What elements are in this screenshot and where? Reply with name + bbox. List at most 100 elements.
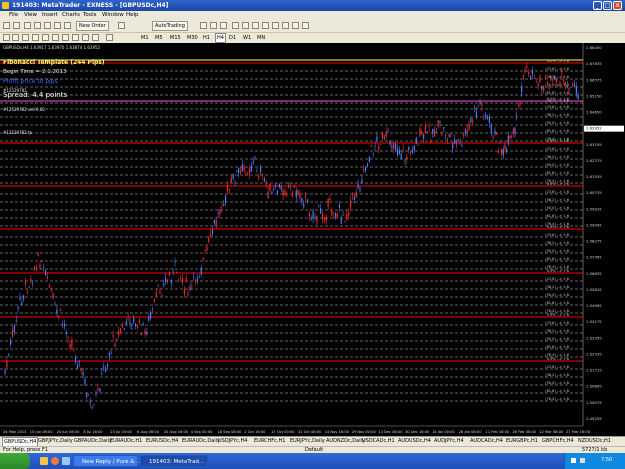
periods-icon[interactable] <box>292 22 299 29</box>
chart-tab[interactable]: NZDUSDc,H1 <box>578 437 611 446</box>
tray-volume-icon[interactable] <box>580 458 585 463</box>
candle-body <box>548 86 550 89</box>
timeframe-m30[interactable]: M30 <box>187 34 198 42</box>
chart-tab[interactable]: GBPCHFc,H4 <box>542 437 574 446</box>
candle-body <box>202 257 204 260</box>
chart-tab[interactable]: AUDUSDc,H4 <box>398 437 431 446</box>
indicators-icon[interactable] <box>282 22 289 29</box>
label-icon[interactable] <box>82 34 89 41</box>
menu-view[interactable]: View <box>24 11 37 20</box>
new-chart-icon[interactable] <box>3 22 10 29</box>
chart-tab[interactable]: GBPAUDc,Daily <box>74 437 112 446</box>
candle-body <box>211 230 214 235</box>
chart-tab[interactable]: AUDJPYc,H4 <box>434 437 464 446</box>
timeframe-m1[interactable]: M1 <box>141 34 149 42</box>
horizontal-line-icon[interactable] <box>32 34 39 41</box>
line-chart-icon[interactable] <box>220 22 227 29</box>
menu-help[interactable]: Help <box>126 11 139 20</box>
candle-body <box>208 237 210 242</box>
timeframe-m5[interactable]: M5 <box>155 34 163 42</box>
bar-chart-icon[interactable] <box>200 22 207 29</box>
candle-body <box>101 372 103 375</box>
maximize-icon[interactable]: □ <box>603 1 612 10</box>
timeframe-h4[interactable]: H4 <box>215 33 226 43</box>
candle-body <box>26 291 28 293</box>
chart-tab[interactable]: EURAUDc,Daily <box>182 437 220 446</box>
chart-tab[interactable]: USDJPYc,H4 <box>218 437 247 446</box>
market-watch-icon[interactable] <box>24 22 31 29</box>
menu-window[interactable]: Window <box>102 11 124 20</box>
menu-charts[interactable]: Charts <box>62 11 80 20</box>
candle-body <box>144 330 146 335</box>
templates-icon[interactable] <box>302 22 309 29</box>
timeframe-w1[interactable]: W1 <box>243 34 251 42</box>
terminal-icon[interactable] <box>54 22 61 29</box>
candle-body <box>481 104 483 106</box>
crosshair-icon[interactable] <box>12 34 19 41</box>
fibonacci-icon[interactable] <box>62 34 69 41</box>
candle-body <box>241 164 243 172</box>
chart-tab[interactable]: GBPJPYc,Daily <box>38 437 73 446</box>
menu-file[interactable]: File <box>9 11 18 20</box>
new-order-button[interactable]: New Order <box>76 21 109 31</box>
candlesticks-icon[interactable] <box>210 22 217 29</box>
arrows-icon[interactable] <box>92 34 99 41</box>
tray-network-icon[interactable] <box>571 458 576 463</box>
minimize-icon[interactable]: _ <box>593 1 602 10</box>
cursor-icon[interactable] <box>3 34 10 41</box>
candle-body <box>297 190 299 195</box>
channel-icon[interactable] <box>52 34 59 41</box>
taskbar-item-browser[interactable]: New Reply / Pure & ... <box>73 455 142 467</box>
zoom-out-icon[interactable] <box>242 22 249 29</box>
system-tray: 7:50 <box>564 453 625 469</box>
date-axis-label: 27 Mar 16:00 <box>566 430 591 434</box>
candle-body <box>301 197 303 201</box>
candle-body <box>243 166 245 171</box>
zoom-in-icon[interactable] <box>232 22 239 29</box>
tile-windows-icon[interactable] <box>252 22 259 29</box>
candle-body <box>150 312 152 319</box>
timeframe-mn[interactable]: MN <box>257 34 265 42</box>
chart-tab[interactable]: EURAUDc,H1 <box>110 437 142 446</box>
candle-body <box>236 170 238 172</box>
chart-tab[interactable]: EURGBPc,H1 <box>506 437 538 446</box>
taskbar-item-metatrader[interactable]: 191403: MetaTrad... <box>140 455 208 467</box>
timeframe-h1[interactable]: H1 <box>203 34 210 42</box>
autoscroll-icon[interactable] <box>272 22 279 29</box>
date-axis-label: 2 Oct 16:00 <box>244 430 266 434</box>
metaeditor-icon[interactable] <box>118 22 125 29</box>
timeframe-d1[interactable]: D1 <box>229 34 236 42</box>
candle-body <box>363 168 365 171</box>
candle-body <box>351 193 354 196</box>
quicklaunch-desktop-icon[interactable] <box>62 457 70 465</box>
template-icon[interactable] <box>106 34 113 41</box>
candle-body <box>35 266 37 267</box>
chart-tab[interactable]: USDCADc,H1 <box>362 437 395 446</box>
start-button[interactable] <box>0 453 30 469</box>
text-icon[interactable] <box>72 34 79 41</box>
menu-tools[interactable]: Tools <box>83 11 97 20</box>
data-window-icon[interactable] <box>34 22 41 29</box>
candle-body <box>48 285 50 288</box>
quicklaunch-browser-icon[interactable] <box>51 457 59 465</box>
chart-tab[interactable]: EURJPYc,Daily <box>290 437 325 446</box>
navigator-icon[interactable] <box>44 22 51 29</box>
profiles-icon[interactable] <box>13 22 20 29</box>
chart-shift-icon[interactable] <box>262 22 269 29</box>
chart-tab[interactable]: AUDCADc,H4 <box>470 437 503 446</box>
menu-insert[interactable]: Insert <box>42 11 58 20</box>
autotrading-button[interactable]: AutoTrading <box>152 21 188 31</box>
trendline-icon[interactable] <box>42 34 49 41</box>
price-chart[interactable]: 0.0% --> 1.6 (23.6) --> 1.6 (38.2) --> 1.6… <box>0 43 625 436</box>
candle-body <box>290 185 292 187</box>
candle-body <box>11 329 14 337</box>
chart-tab[interactable]: EURUSDc,H4 <box>146 437 178 446</box>
timeframe-m15[interactable]: M15 <box>170 34 181 42</box>
strategy-tester-icon[interactable] <box>64 22 71 29</box>
chart-tab[interactable]: AUDNZDc,Daily <box>326 437 365 446</box>
candle-body <box>355 191 357 198</box>
close-icon[interactable]: × <box>613 1 622 10</box>
quicklaunch-folder-icon[interactable] <box>40 457 48 465</box>
chart-tab[interactable]: EURCHFc,H1 <box>254 437 285 446</box>
vertical-line-icon[interactable] <box>22 34 29 41</box>
